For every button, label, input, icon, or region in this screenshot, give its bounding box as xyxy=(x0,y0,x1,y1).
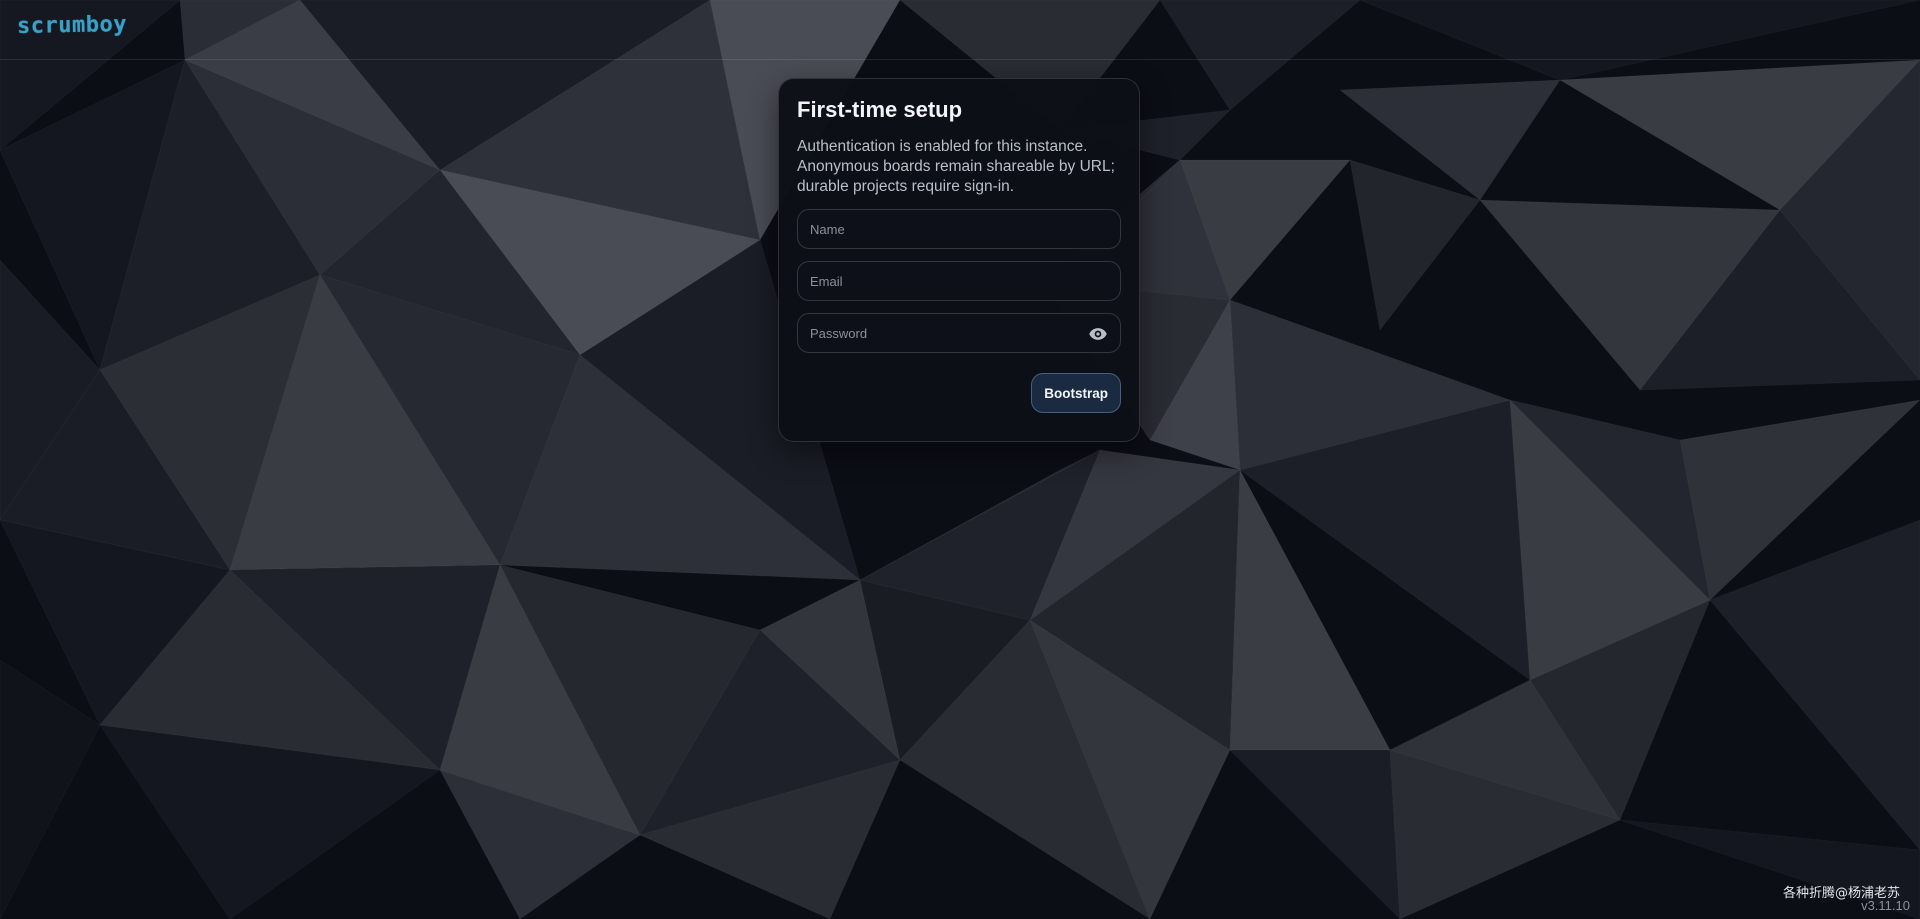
app-logo[interactable]: scrumboy xyxy=(17,12,127,39)
setup-title: First-time setup xyxy=(797,97,963,122)
setup-description: Authentication is enabled for this insta… xyxy=(797,138,1115,195)
bootstrap-button[interactable]: Bootstrap xyxy=(1031,373,1121,413)
setup-form: Bootstrap xyxy=(797,209,1121,413)
email-field-wrapper xyxy=(797,261,1121,301)
name-field-wrapper xyxy=(797,209,1121,249)
form-actions: Bootstrap xyxy=(797,373,1121,413)
password-field[interactable] xyxy=(798,314,1120,352)
password-field-wrapper xyxy=(797,313,1121,353)
email-field[interactable] xyxy=(798,262,1120,300)
setup-card: First-time setup Authentication is enabl… xyxy=(778,78,1140,442)
name-field[interactable] xyxy=(798,210,1120,248)
version-label: v3.11.10 xyxy=(1861,898,1910,913)
eye-icon[interactable] xyxy=(1088,324,1108,344)
top-bar: scrumboy xyxy=(0,0,1920,60)
